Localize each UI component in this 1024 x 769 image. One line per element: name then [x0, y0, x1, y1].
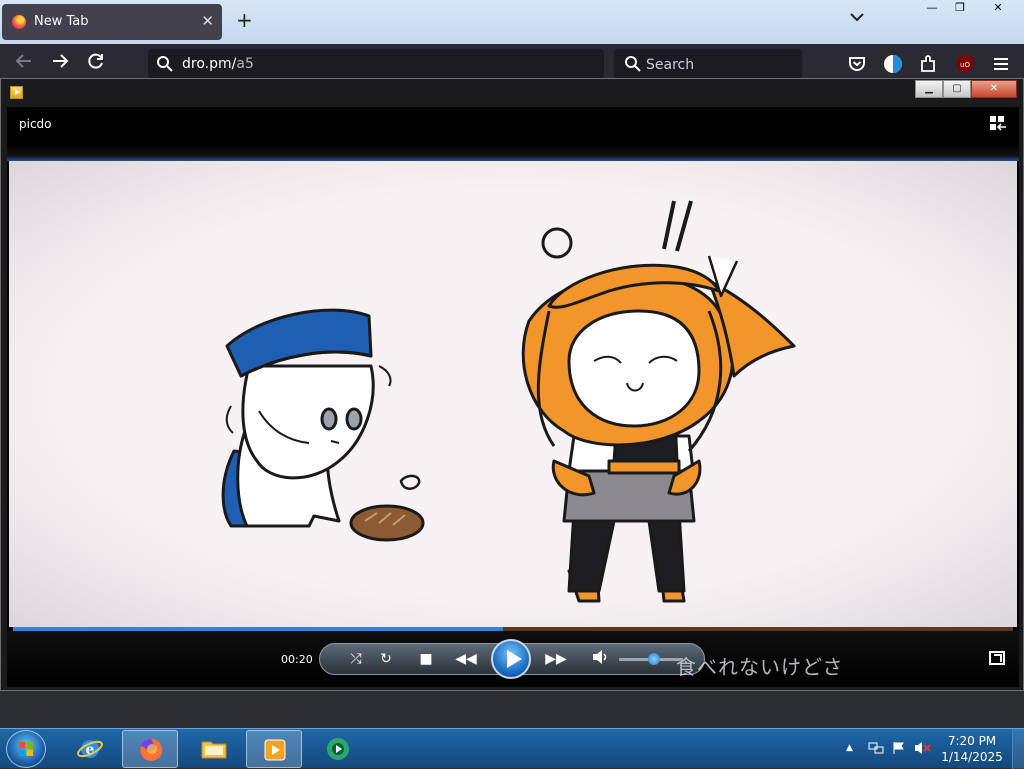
network-icon[interactable]	[868, 741, 884, 755]
volume-muted-icon[interactable]	[914, 741, 932, 755]
repeat-button[interactable]: ↻	[375, 649, 397, 669]
player-surface: picdo 00:20 食べれないけどさ ⤮ ↻ ■ ◀◀ ▶▶	[7, 107, 1019, 687]
video-illustration	[221, 200, 796, 603]
search-icon	[157, 56, 173, 72]
mute-button[interactable]	[589, 649, 611, 671]
taskbar-windows-explorer[interactable]	[186, 730, 242, 768]
stop-button[interactable]: ■	[415, 649, 437, 669]
fullscreen-button[interactable]	[989, 651, 1005, 665]
tab-title: New Tab	[34, 14, 89, 29]
firefox-icon	[12, 15, 26, 29]
chevron-down-icon	[850, 13, 864, 22]
system-clock[interactable]: 7:20 PM 1/14/2025	[934, 733, 1010, 765]
taskbar-media-center[interactable]	[310, 730, 366, 768]
browser-restore-button[interactable]: ❐	[946, 0, 974, 18]
player-top-gradient	[7, 143, 1019, 161]
browser-minimize-button[interactable]: —	[918, 0, 946, 18]
clock-time: 7:20 PM	[947, 734, 997, 748]
media-player-icon	[264, 739, 286, 761]
forward-arrow-icon	[53, 54, 69, 68]
media-player-window: ▁ ▢ ✕ picdo 00:20 食べれないけどさ ⤮ ↻ ■ ◀◀ ▶▶	[0, 78, 1024, 691]
search-placeholder: Search	[646, 57, 695, 73]
player-title: picdo	[19, 117, 52, 131]
forward-button[interactable]	[48, 52, 72, 76]
scribble-mark	[399, 474, 421, 490]
shuffle-button[interactable]: ⤮	[345, 649, 367, 669]
url-text[interactable]: dro.pm/a5	[182, 56, 254, 72]
elapsed-time: 00:20	[281, 653, 313, 666]
speaker-icon	[593, 650, 607, 664]
show-desktop-button[interactable]	[1012, 729, 1024, 769]
next-button[interactable]: ▶▶	[541, 649, 571, 669]
url-host: dro.pm/	[182, 56, 237, 72]
taskbar-media-player[interactable]	[246, 730, 302, 768]
browser-close-button[interactable]: ✕	[976, 0, 1020, 18]
volume-slider[interactable]	[619, 653, 683, 665]
taskbar-internet-explorer[interactable]: e	[62, 730, 118, 768]
extensions-icon[interactable]	[918, 53, 940, 75]
pocket-icon[interactable]	[846, 53, 868, 75]
taskbar: e ▲ 7:20 PM 1/14/2025	[0, 728, 1024, 769]
media-player-icon	[10, 86, 23, 99]
play-button[interactable]	[491, 639, 531, 679]
start-button[interactable]	[6, 730, 46, 768]
new-tab-button[interactable]: +	[236, 10, 253, 30]
tab-new-tab[interactable]: New Tab ✕	[2, 4, 222, 40]
reload-button[interactable]	[84, 52, 108, 76]
ie-icon: e	[77, 740, 103, 758]
video-frame[interactable]	[9, 161, 1017, 627]
show-hidden-icons-button[interactable]: ▲	[846, 743, 853, 753]
subtitle-text: 食べれないけどさ	[676, 655, 844, 679]
search-icon	[625, 56, 641, 72]
clock-date: 1/14/2025	[941, 750, 1003, 764]
player-minimize-button[interactable]: ▁	[915, 80, 943, 98]
playback-controls: 00:20 食べれないけどさ ⤮ ↻ ■ ◀◀ ▶▶	[7, 631, 1019, 687]
action-center-flag-icon[interactable]	[892, 741, 906, 755]
back-arrow-icon	[15, 54, 31, 68]
explorer-folder-icon	[201, 741, 227, 759]
container-icon[interactable]	[882, 53, 904, 75]
player-close-button[interactable]: ✕	[971, 80, 1017, 98]
wmc-icon	[327, 738, 349, 760]
taskbar-firefox[interactable]	[122, 730, 178, 768]
ublock-icon[interactable]: uO	[954, 53, 976, 75]
back-button[interactable]	[12, 52, 36, 76]
start-orb-icon	[19, 742, 33, 756]
svg-text:uO: uO	[960, 61, 970, 69]
menu-icon[interactable]	[990, 53, 1012, 75]
previous-button[interactable]: ◀◀	[451, 649, 481, 669]
list-all-tabs-button[interactable]	[850, 10, 864, 26]
bread-loaf	[349, 504, 425, 542]
character-orange-hair	[521, 200, 796, 603]
player-maximize-button[interactable]: ▢	[943, 80, 971, 98]
character-blue-beret	[221, 308, 392, 528]
tab-close-button[interactable]: ✕	[201, 12, 214, 30]
reload-icon	[88, 53, 103, 69]
url-bar[interactable]: dro.pm/a5	[148, 49, 604, 79]
browser-tab-strip: New Tab ✕ + — ❐ ✕	[0, 0, 1024, 44]
url-path: a5	[236, 56, 254, 72]
search-bar[interactable]: Search	[614, 49, 802, 79]
switch-to-library-icon[interactable]	[989, 115, 1007, 131]
firefox-icon	[140, 738, 163, 761]
